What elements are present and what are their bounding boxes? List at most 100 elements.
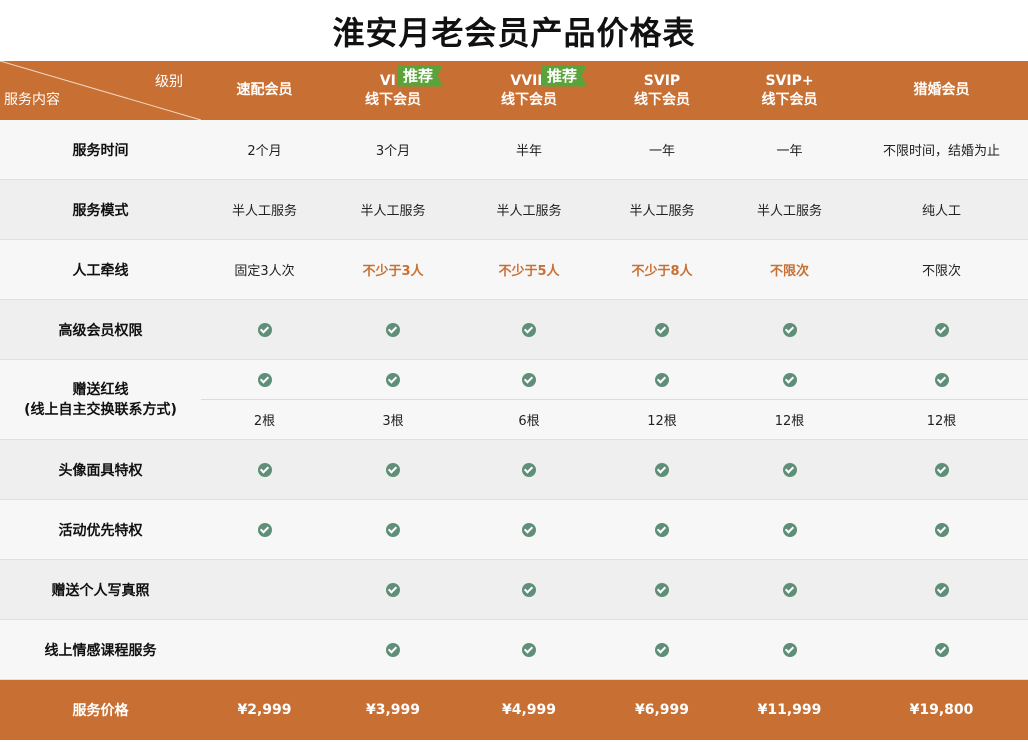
cell [855, 439, 1028, 500]
cell: 半年 [458, 120, 600, 180]
price-value: ¥4,999 [458, 679, 600, 740]
recommend-badge: 推荐 [397, 64, 444, 87]
row-label: 人工牵线 [0, 239, 201, 300]
row-advanced-rights: 高级会员权限 [0, 299, 1028, 360]
check-circle-icon [257, 372, 272, 387]
check-circle-icon [934, 372, 949, 387]
check-circle-icon [522, 372, 536, 387]
cell [724, 439, 855, 500]
column-header-hunter: 猎婚会员 [855, 61, 1028, 120]
cell: 半人工服务 [600, 179, 724, 240]
check-circle-icon [934, 582, 949, 597]
cell [855, 559, 1028, 620]
check-circle-icon [522, 522, 536, 537]
cell-highlight: 不少于3人 [328, 239, 458, 300]
cell [724, 359, 855, 400]
row-label: 高级会员权限 [0, 299, 201, 360]
cell [855, 359, 1028, 400]
column-subtitle: 线下会员 [501, 91, 557, 108]
price-table: 级别 服务内容 速配会员 VIP 推荐 线下会员 VVIP 推荐 线下会员 SV… [0, 61, 1028, 740]
check-circle-icon [782, 372, 797, 387]
cell [201, 439, 328, 500]
price-label: 服务价格 [0, 679, 201, 740]
row-label: 服务时间 [0, 120, 201, 180]
check-circle-icon [522, 642, 536, 657]
cell [600, 559, 724, 620]
check-circle-icon [934, 322, 949, 337]
cell [328, 439, 458, 500]
row-avatar-mask: 头像面具特权 [0, 439, 1028, 500]
recommend-badge: 推荐 [541, 64, 588, 87]
cell [855, 619, 1028, 680]
check-circle-icon [522, 582, 536, 597]
cell [855, 499, 1028, 560]
cell: 一年 [724, 120, 855, 180]
check-circle-icon [386, 522, 400, 537]
column-subtitle: 线下会员 [634, 91, 690, 108]
cell [201, 299, 328, 360]
cell: 12根 [855, 399, 1028, 440]
check-circle-icon [934, 642, 949, 657]
check-circle-icon [655, 322, 669, 337]
price-value: ¥11,999 [724, 679, 855, 740]
cell [458, 559, 600, 620]
check-circle-icon [934, 462, 949, 477]
cell [600, 499, 724, 560]
check-circle-icon [257, 322, 272, 337]
row-gift-redline-checks: 赠送红线 (线上自主交换联系方式) [0, 359, 1028, 440]
row-activity-priority: 活动优先特权 [0, 499, 1028, 560]
cell [724, 559, 855, 620]
check-circle-icon [257, 462, 272, 477]
row-manual-match: 人工牵线 固定3人次 不少于3人 不少于5人 不少于8人 不限次 不限次 [0, 239, 1028, 300]
check-circle-icon [257, 522, 272, 537]
check-circle-icon [386, 462, 400, 477]
check-circle-icon [655, 462, 669, 477]
cell [458, 299, 600, 360]
cell [328, 619, 458, 680]
cell: 固定3人次 [201, 239, 328, 300]
cell: 纯人工 [855, 179, 1028, 240]
check-circle-icon [655, 522, 669, 537]
cell [201, 499, 328, 560]
cell-highlight: 不少于8人 [600, 239, 724, 300]
cell: 3根 [328, 399, 458, 440]
cell: 一年 [600, 120, 724, 180]
check-circle-icon [655, 582, 669, 597]
row-label: 服务模式 [0, 179, 201, 240]
check-circle-icon [934, 522, 949, 537]
cell: 2根 [201, 399, 328, 440]
cell [328, 559, 458, 620]
row-service-mode: 服务模式 半人工服务 半人工服务 半人工服务 半人工服务 半人工服务 纯人工 [0, 179, 1028, 240]
header-row: 级别 服务内容 速配会员 VIP 推荐 线下会员 VVIP 推荐 线下会员 SV… [0, 61, 1028, 120]
column-subtitle: 线下会员 [365, 91, 421, 108]
cell-empty [201, 619, 328, 680]
check-circle-icon [386, 372, 400, 387]
cell-highlight: 不限次 [724, 239, 855, 300]
cell [458, 619, 600, 680]
row-label: 赠送个人写真照 [0, 559, 201, 620]
row-label: 头像面具特权 [0, 439, 201, 500]
cell [600, 439, 724, 500]
row-gift-photo: 赠送个人写真照 [0, 559, 1028, 620]
cell: 半人工服务 [328, 179, 458, 240]
corner-service-label: 服务内容 [4, 92, 60, 108]
cell: 不限次 [855, 239, 1028, 300]
check-circle-icon [782, 522, 797, 537]
price-value: ¥3,999 [328, 679, 458, 740]
row-service-time: 服务时间 2个月 3个月 半年 一年 一年 不限时间，结婚为止 [0, 120, 1028, 180]
column-header-vvip: VVIP 推荐 线下会员 [458, 61, 600, 120]
row-label: 赠送红线 (线上自主交换联系方式) [0, 359, 201, 440]
column-title: SVIP [643, 72, 681, 89]
price-row: 服务价格 ¥2,999 ¥3,999 ¥4,999 ¥6,999 ¥11,999… [0, 679, 1028, 740]
cell-highlight: 不少于5人 [458, 239, 600, 300]
price-value: ¥19,800 [855, 679, 1028, 740]
cell: 12根 [724, 399, 855, 440]
check-circle-icon [782, 322, 797, 337]
cell [328, 299, 458, 360]
cell [855, 299, 1028, 360]
row-label-line1: 赠送红线 [72, 381, 129, 398]
cell: 半人工服务 [201, 179, 328, 240]
cell [600, 299, 724, 360]
cell: 6根 [458, 399, 600, 440]
check-circle-icon [655, 372, 669, 387]
